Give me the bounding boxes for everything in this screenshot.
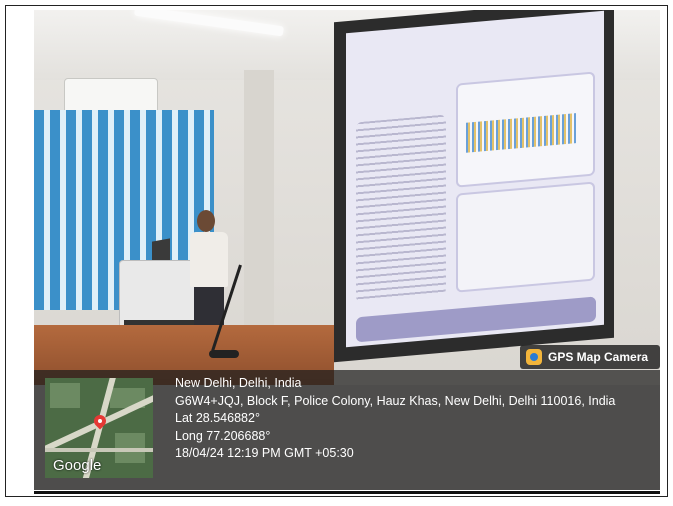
speaker-head [197, 210, 215, 232]
badge-label: GPS Map Camera [548, 350, 649, 364]
slide-table-panel [456, 181, 595, 293]
timestamp: 18/04/24 12:19 PM GMT +05:30 [175, 446, 354, 461]
location-address: G6W4+JQJ, Block F, Police Colony, Hauz K… [175, 393, 616, 408]
location-city: New Delhi, Delhi, India [175, 376, 302, 390]
longitude: Long 77.206688° [175, 428, 271, 443]
map-road [45, 448, 153, 452]
location-info: New Delhi, Delhi, India G6W4+JQJ, Block … [175, 375, 615, 463]
latitude: Lat 28.546882° [175, 411, 260, 426]
gps-camera-badge: GPS Map Camera [520, 345, 660, 369]
slide-text-panel [356, 114, 446, 303]
location-map-thumbnail: Google [45, 378, 153, 478]
microphone-base [209, 350, 239, 358]
map-attribution: Google [53, 457, 102, 474]
map-pin-dot [98, 419, 102, 423]
bottom-rule [34, 491, 660, 494]
speaker-body [190, 232, 228, 287]
camera-app-icon [526, 349, 542, 365]
projector-screen [346, 10, 604, 348]
